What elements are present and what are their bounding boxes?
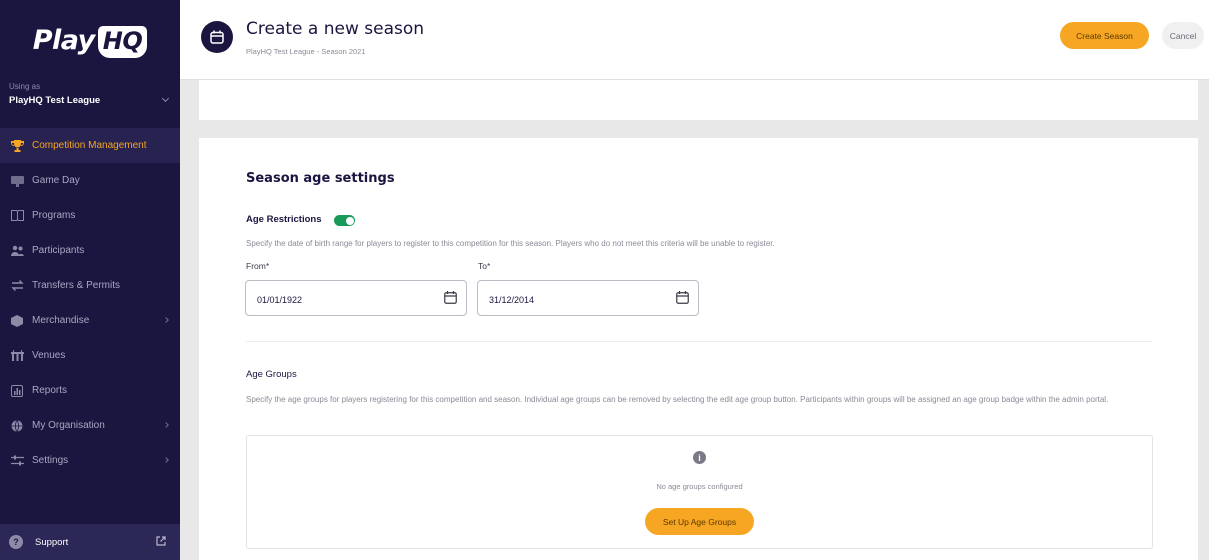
logo-text: Play	[32, 24, 96, 56]
to-date-field[interactable]: 31/12/2014	[477, 280, 699, 316]
sidebar-item-label: Merchandise	[32, 315, 90, 326]
sidebar-item-venues[interactable]: Venues	[0, 338, 180, 373]
sidebar-item-programs[interactable]: Programs	[0, 198, 180, 233]
from-date-value: 01/01/1922	[257, 295, 303, 305]
sidebar-item-label: Programs	[32, 210, 76, 221]
people-icon	[10, 245, 24, 257]
chevron-right-icon	[163, 457, 169, 463]
logo-badge: HQ	[97, 25, 148, 58]
sidebar-item-game-day[interactable]: Game Day	[0, 163, 180, 198]
support-label: Support	[35, 536, 69, 548]
breadcrumb: PlayHQ Test League - Season 2021	[246, 47, 366, 56]
from-date-field[interactable]: 01/01/1922	[245, 280, 467, 316]
sidebar-item-participants[interactable]: Participants	[0, 233, 180, 268]
org-name: PlayHQ Test League	[9, 95, 101, 106]
transfer-icon	[10, 280, 24, 292]
age-groups-title: Age Groups	[246, 369, 297, 380]
calendar-icon	[201, 21, 233, 53]
sidebar-item-label: Venues	[32, 350, 66, 361]
org-switcher[interactable]: Using as PlayHQ Test League	[0, 82, 180, 122]
book-icon	[10, 210, 24, 222]
sidebar-item-label: Competition Management	[32, 140, 147, 151]
question-icon: ?	[9, 535, 23, 549]
playhq-logo[interactable]: Play HQ	[0, 0, 180, 82]
age-groups-empty-state: i No age groups configured Set Up Age Gr…	[246, 435, 1153, 549]
create-season-button[interactable]: Create Season	[1060, 22, 1149, 49]
sidebar-item-reports[interactable]: Reports	[0, 373, 180, 408]
section-title: Season age settings	[246, 171, 395, 186]
page-header: Create a new season PlayHQ Test League -…	[180, 0, 1209, 80]
chevron-right-icon	[163, 317, 169, 323]
trophy-icon	[10, 139, 24, 152]
external-link-icon	[156, 536, 166, 549]
sidebar-item-merchandise[interactable]: Merchandise	[0, 303, 180, 338]
sidebar-item-settings[interactable]: Settings	[0, 443, 180, 478]
previous-section-panel	[199, 80, 1198, 120]
support-link[interactable]: ? Support	[0, 524, 180, 560]
page-title: Create a new season	[246, 19, 425, 39]
age-restrictions-description: Specify the date of birth range for play…	[246, 239, 775, 248]
calendar-icon[interactable]	[444, 291, 457, 306]
reports-icon	[10, 384, 24, 397]
set-up-age-groups-button[interactable]: Set Up Age Groups	[645, 508, 754, 535]
divider	[246, 341, 1152, 342]
sidebar-item-competition-management[interactable]: Competition Management	[0, 128, 180, 163]
sidebar-item-label: My Organisation	[32, 420, 105, 431]
scoreboard-icon	[10, 175, 24, 187]
info-icon: i	[693, 451, 706, 464]
merch-icon	[10, 314, 24, 327]
sidebar-item-my-organisation[interactable]: My Organisation	[0, 408, 180, 443]
chevron-right-icon	[163, 422, 169, 428]
age-restrictions-toggle[interactable]	[334, 215, 355, 226]
empty-state-text: No age groups configured	[656, 482, 743, 491]
sidebar-item-label: Transfers & Permits	[32, 280, 120, 291]
sidebar-item-label: Settings	[32, 455, 69, 466]
sliders-icon	[10, 455, 24, 467]
age-restrictions-label: Age Restrictions	[246, 214, 322, 225]
age-groups-description: Specify the age groups for players regis…	[246, 395, 1109, 404]
sidebar-item-label: Participants	[32, 245, 85, 256]
org-caption: Using as	[9, 82, 41, 91]
age-settings-panel: Season age settings Age Restrictions Spe…	[199, 138, 1198, 560]
sidebar: Play HQ Using as PlayHQ Test League Compe…	[0, 0, 180, 560]
calendar-icon[interactable]	[676, 291, 689, 306]
to-date-value: 31/12/2014	[489, 295, 535, 305]
sidebar-item-label: Reports	[32, 385, 68, 396]
sidebar-item-transfers-permits[interactable]: Transfers & Permits	[0, 268, 180, 303]
cancel-button[interactable]: Cancel	[1162, 22, 1204, 49]
sidebar-item-label: Game Day	[32, 175, 80, 186]
to-label: To*	[478, 261, 491, 271]
stadium-icon	[10, 350, 24, 362]
from-label: From*	[246, 261, 270, 271]
sidebar-nav: Competition Management Game Day Programs…	[0, 128, 180, 478]
globe-icon	[10, 419, 24, 432]
